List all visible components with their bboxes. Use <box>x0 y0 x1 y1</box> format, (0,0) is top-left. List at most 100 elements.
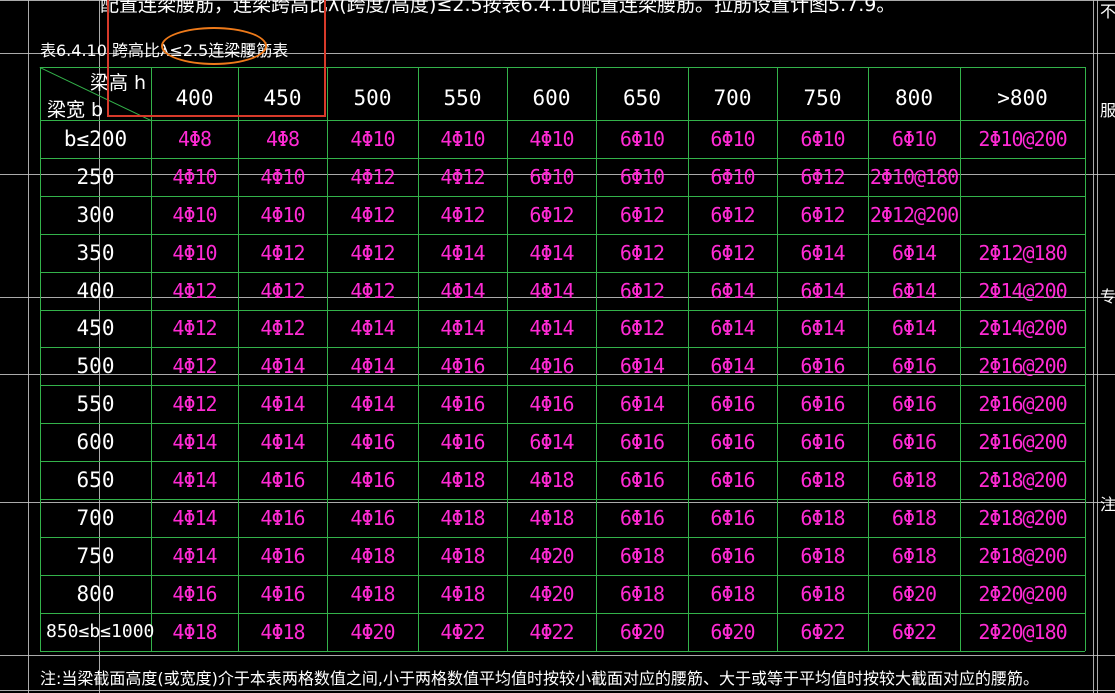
table-cell: 4Φ14 <box>440 240 485 265</box>
row-header: 500 <box>76 354 115 379</box>
table-cell: 6Φ18 <box>619 581 665 606</box>
table-cell: 6Φ18 <box>800 543 845 568</box>
table-cell: 6Φ12 <box>710 202 755 227</box>
row-header: 650 <box>76 468 115 493</box>
table-cell: 6Φ12 <box>800 164 845 189</box>
table-cell: 2Φ18@200 <box>978 468 1067 493</box>
table-cell: 4Φ20 <box>350 619 395 644</box>
table-cell: 2Φ20@200 <box>978 581 1067 606</box>
column-header: 500 <box>353 85 392 110</box>
table-cell: 4Φ22 <box>529 619 574 644</box>
table-cell: 6Φ18 <box>800 468 845 493</box>
table-cell: 4Φ8 <box>265 126 300 151</box>
table-cell: 4Φ12 <box>172 278 217 303</box>
table-cell: 6Φ14 <box>891 240 937 265</box>
table-cell: 4Φ16 <box>440 392 485 417</box>
table-cell: 4Φ14 <box>529 316 574 341</box>
table-cell: 4Φ18 <box>260 619 305 644</box>
table-cell: 4Φ14 <box>350 316 395 341</box>
table-cell: 6Φ18 <box>710 581 755 606</box>
table-cell: 4Φ16 <box>350 430 395 455</box>
table-cell: 6Φ14 <box>710 316 755 341</box>
table-cell: 4Φ16 <box>350 505 395 530</box>
table-cell: 4Φ18 <box>350 543 395 568</box>
table-cell: 6Φ18 <box>800 581 845 606</box>
table-cell: 4Φ18 <box>440 543 485 568</box>
table-cell: 4Φ14 <box>529 278 574 303</box>
table-cell: 6Φ14 <box>710 278 755 303</box>
column-header: 800 <box>895 85 933 110</box>
table-cell: 6Φ16 <box>619 430 665 455</box>
table-cell: 6Φ18 <box>891 468 937 493</box>
table-cell: 4Φ18 <box>529 468 574 493</box>
row-header: 250 <box>76 164 115 189</box>
table-cell: 6Φ20 <box>619 619 665 644</box>
table-cell: 4Φ14 <box>350 392 395 417</box>
table-cell: 6Φ10 <box>800 126 845 151</box>
table-cell: 6Φ10 <box>619 164 665 189</box>
cad-grid-line <box>28 0 29 693</box>
table-cell: 6Φ16 <box>710 505 755 530</box>
table-cell: 4Φ10 <box>172 240 217 265</box>
table-cell: 4Φ16 <box>529 354 574 379</box>
table-cell: 6Φ16 <box>891 354 937 379</box>
table-cell: 2Φ16@200 <box>978 354 1067 379</box>
row-header: 400 <box>76 278 115 303</box>
table-cell: 6Φ10 <box>710 164 755 189</box>
column-header: 550 <box>443 85 482 110</box>
table-cell: 6Φ12 <box>619 202 665 227</box>
row-header: 350 <box>76 240 115 265</box>
table-cell: 6Φ18 <box>891 505 937 530</box>
corner-header-width: 梁宽 b <box>47 99 104 121</box>
table-cell: 4Φ12 <box>260 316 305 341</box>
table-cell: 6Φ16 <box>891 392 937 417</box>
table-cell: 4Φ12 <box>350 202 395 227</box>
table-cell: 4Φ14 <box>350 354 395 379</box>
table-cell: 6Φ16 <box>710 392 755 417</box>
table-cell: 4Φ10 <box>440 126 485 151</box>
table-cell: 2Φ16@200 <box>978 392 1067 417</box>
table-cell: 6Φ20 <box>891 581 937 606</box>
row-header: 850≤b≤1000 <box>46 621 155 643</box>
table-cell: 4Φ10 <box>260 164 305 189</box>
cad-grid-line <box>0 690 1115 691</box>
row-header: 450 <box>76 316 115 341</box>
table-cell: 2Φ18@200 <box>978 505 1067 530</box>
rebar-table: 梁高 h 梁宽 b 400 450 500 550 600 650 700 750 800 >80… <box>39 67 1086 652</box>
orange-highlight-ellipse <box>161 27 267 65</box>
table-cell: 4Φ14 <box>172 505 217 530</box>
table-cell: 4Φ12 <box>350 278 395 303</box>
table-cell: 2Φ18@200 <box>978 543 1067 568</box>
table-cell: 6Φ14 <box>800 278 845 303</box>
table-cell: 4Φ14 <box>260 430 305 455</box>
row-header: 300 <box>76 202 115 227</box>
table-cell: 4Φ14 <box>440 316 485 341</box>
table-cell: 2Φ12@180 <box>978 240 1067 265</box>
table-cell: 4Φ12 <box>440 164 485 189</box>
table-cell: 6Φ16 <box>619 468 665 493</box>
table-cell: 2Φ14@200 <box>978 278 1067 303</box>
table-cell: 4Φ14 <box>529 240 574 265</box>
table-cell: 4Φ10 <box>260 202 305 227</box>
table-cell: 6Φ14 <box>619 354 665 379</box>
table-cell: 6Φ22 <box>891 619 937 644</box>
table-cell: 4Φ16 <box>260 581 305 606</box>
table-cell: 4Φ20 <box>529 543 574 568</box>
table-cell: 4Φ14 <box>260 392 305 417</box>
table-cell: 6Φ14 <box>619 392 665 417</box>
table-grid-vline <box>1085 67 1086 651</box>
table-cell: 4Φ18 <box>440 505 485 530</box>
table-cell: 4Φ18 <box>529 505 574 530</box>
table-note: 注:当梁截面高度(或宽度)介于本表两格数值之间,小于两格数值平均值时按较小截面对… <box>40 669 1039 688</box>
column-header: >800 <box>997 85 1048 110</box>
table-cell: 4Φ16 <box>260 468 305 493</box>
edge-label: 注 <box>1100 495 1115 514</box>
table-cell: 4Φ18 <box>350 581 395 606</box>
table-cell: 4Φ12 <box>350 164 395 189</box>
table-cell: 4Φ14 <box>172 430 217 455</box>
cad-drawing-canvas[interactable]: 配置连梁腰筋，连梁跨高比λ(跨度/高度)≤2.5按表6.4.10配置连梁腰筋。拉… <box>0 0 1115 693</box>
table-cell: 4Φ8 <box>177 126 212 151</box>
cad-grid-line <box>0 655 1115 656</box>
cad-grid-line <box>1093 0 1094 693</box>
table-cell: 2Φ16@200 <box>978 430 1067 455</box>
